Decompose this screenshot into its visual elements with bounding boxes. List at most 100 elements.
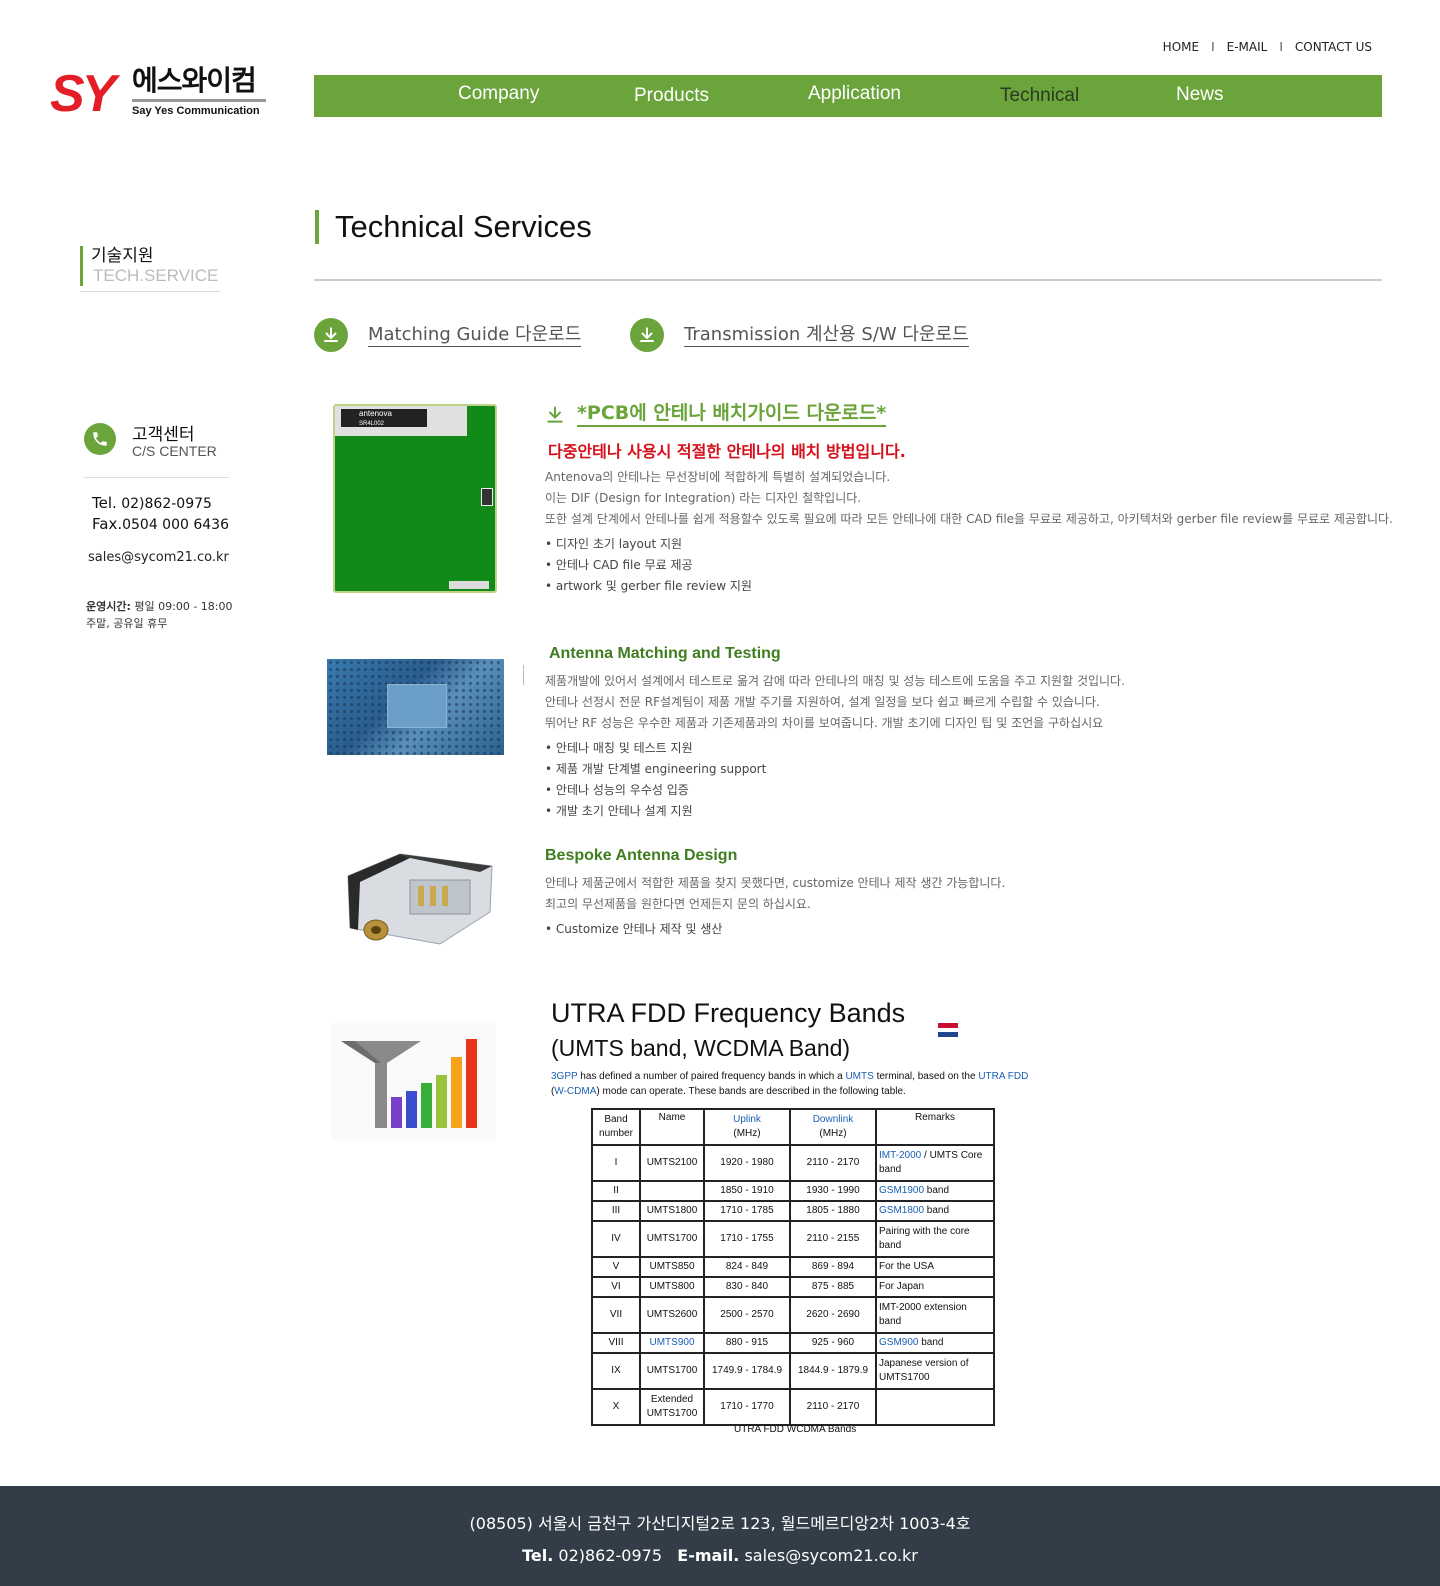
table-cell: 925 - 960 xyxy=(789,1332,877,1354)
chip-sub: SR4L002 xyxy=(359,421,385,427)
cs-center-en: C/S CENTER xyxy=(132,443,217,459)
utra-description: 3GPP has defined a number of paired freq… xyxy=(551,1069,1046,1099)
cell-text: 875 - 885 xyxy=(811,1281,855,1292)
table-row: X Extended UMTS1700 1710 - 1770 2110 - 2170 xyxy=(591,1388,995,1426)
remark-text: band xyxy=(918,1337,944,1348)
fax-value: 0504 000 6436 xyxy=(122,517,229,533)
remark-link[interactable]: GSM900 xyxy=(879,1337,918,1348)
logo-mark: SY xyxy=(50,65,116,123)
footer-tel-label: Tel. xyxy=(522,1546,554,1565)
fax-label: Fax. xyxy=(92,515,123,533)
list-item: 안테나 CAD file 무료 제공 xyxy=(545,555,752,576)
cell-text: UMTS2600 xyxy=(646,1309,698,1320)
cell-text: 1749.9 - 1784.9 xyxy=(711,1365,783,1376)
table-cell: IMT-2000 / UMTS Core band xyxy=(875,1144,995,1182)
chamber-back-wall xyxy=(387,684,447,728)
signal-antenna-image xyxy=(331,1023,496,1141)
anechoic-chamber-image xyxy=(327,659,504,755)
nav-products[interactable]: Products xyxy=(634,85,709,107)
table-cell: 1710 - 1770 xyxy=(703,1388,791,1426)
transmission-sw-link[interactable]: Transmission 계산용 S/W 다운로드 xyxy=(684,324,969,347)
matching-paragraph: 제품개발에 있어서 설계에서 테스트로 옮겨 감에 따라 안테나의 매칭 및 성… xyxy=(545,674,1125,688)
pcb-guide-download[interactable]: *PCB에 안테나 배치가이드 다운로드* xyxy=(545,402,887,427)
table-cell: 1805 - 1880 xyxy=(789,1200,877,1222)
link-umts[interactable]: UMTS xyxy=(845,1071,873,1082)
cell-text: 1710 - 1770 xyxy=(720,1401,774,1412)
table-cell: GSM900 band xyxy=(875,1332,995,1354)
remark-link[interactable]: GSM1800 xyxy=(879,1205,924,1216)
bands-table-body: I UMTS2100 1920 - 1980 2110 - 2170 IMT-2000 … xyxy=(591,1144,995,1426)
table-row: VI UMTS800 830 - 840 875 - 885 For Japan xyxy=(591,1276,995,1298)
table-cell: UMTS2100 xyxy=(639,1144,705,1182)
main-nav: Company Products Application Technical N… xyxy=(314,75,1382,117)
transmission-sw-download[interactable]: Transmission 계산용 S/W 다운로드 xyxy=(630,318,969,352)
matching-paragraph: 안테나 선정시 전문 RF설계팀이 제품 개발 주기를 지원하여, 설계 일정을… xyxy=(545,695,1100,709)
footer-email[interactable]: sales@sycom21.co.kr xyxy=(739,1546,917,1565)
table-row: VII UMTS2600 2500 - 2570 2620 - 2690 IMT-200… xyxy=(591,1296,995,1334)
cell-text: 880 - 915 xyxy=(725,1337,769,1348)
cell-text: 830 - 840 xyxy=(725,1281,769,1292)
remark-text: band xyxy=(924,1205,950,1216)
remark-text: Pairing with the core band xyxy=(879,1226,970,1251)
remark-link[interactable]: GSM1900 xyxy=(879,1185,924,1196)
sidebar-title: 기술지원 TECH.SERVICE xyxy=(80,246,218,286)
pcb-image: antenova SR4L002 xyxy=(333,404,497,593)
downlink-link[interactable]: Downlink xyxy=(813,1114,854,1125)
netherlands-flag-icon xyxy=(938,1023,958,1037)
logo-english: Say Yes Communication xyxy=(132,105,260,117)
cell-text: IX xyxy=(611,1365,621,1376)
cell-text: VIII xyxy=(608,1337,624,1348)
list-item: artwork 및 gerber file review 지원 xyxy=(545,576,752,597)
cell-text: 1850 - 1910 xyxy=(720,1185,774,1196)
table-cell: 1749.9 - 1784.9 xyxy=(703,1352,791,1390)
top-link-separator: I xyxy=(1279,40,1283,54)
nav-application[interactable]: Application xyxy=(808,83,901,105)
pcb-guide-link[interactable]: *PCB에 안테나 배치가이드 다운로드* xyxy=(577,402,887,427)
site-logo[interactable]: SY 에스와이컴 Say Yes Communication xyxy=(50,65,270,123)
nav-news[interactable]: News xyxy=(1176,84,1224,106)
footer-email-label: E-mail. xyxy=(677,1546,740,1565)
nav-technical[interactable]: Technical xyxy=(1000,85,1079,107)
top-link-email[interactable]: E-MAIL xyxy=(1227,40,1268,54)
link-3gpp[interactable]: 3GPP xyxy=(551,1071,578,1082)
table-cell: 1920 - 1980 xyxy=(703,1144,791,1182)
link-utra-fdd[interactable]: UTRA FDD xyxy=(978,1071,1028,1082)
cell-text: UMTS1800 xyxy=(646,1205,698,1216)
top-link-contact[interactable]: CONTACT US xyxy=(1295,40,1372,54)
link-wcdma[interactable]: W-CDMA xyxy=(554,1086,596,1097)
sidebar-title-ko: 기술지원 xyxy=(91,246,154,266)
footer-address: (08505) 서울시 금천구 가산디지털2로 123, 월드메르디앙2차 10… xyxy=(469,1514,971,1533)
cell-text: 869 - 894 xyxy=(811,1261,855,1272)
matching-title: Antenna Matching and Testing xyxy=(549,645,781,662)
remark-link[interactable]: IMT-2000 xyxy=(879,1150,921,1161)
table-caption: UTRA FDD WCDMA Bands xyxy=(734,1424,857,1435)
cell-text: 2110 - 2170 xyxy=(806,1157,860,1168)
matching-description: 제품개발에 있어서 설계에서 테스트로 옮겨 감에 따라 안테나의 매칭 및 성… xyxy=(545,671,1125,734)
download-icon xyxy=(630,318,664,352)
table-cell: IX xyxy=(591,1352,641,1390)
table-header: Name xyxy=(639,1108,705,1146)
matching-guide-link[interactable]: Matching Guide 다운로드 xyxy=(368,324,582,347)
table-cell: III xyxy=(591,1200,641,1222)
pcb-label-area: antenova SR4L002 xyxy=(335,406,467,436)
nav-company[interactable]: Company xyxy=(458,83,539,105)
top-links: HOME I E-MAIL I CONTACT US xyxy=(1163,40,1372,54)
table-cell: 1930 - 1990 xyxy=(789,1180,877,1202)
sidebar-email[interactable]: sales@sycom21.co.kr xyxy=(88,550,229,565)
footer-contact: Tel. 02)862-0975 E-mail. sales@sycom21.c… xyxy=(0,1546,1440,1565)
table-row: III UMTS1800 1710 - 1785 1805 - 1880 GSM1800… xyxy=(591,1200,995,1222)
cell-text: X xyxy=(612,1401,620,1412)
table-cell: VII xyxy=(591,1296,641,1334)
pcb-bullets: 디자인 초기 layout 지원 안테나 CAD file 무료 제공 artw… xyxy=(545,534,752,597)
table-cell: VIII xyxy=(591,1332,641,1354)
cs-divider xyxy=(84,477,229,478)
matching-guide-download[interactable]: Matching Guide 다운로드 xyxy=(314,318,582,352)
bespoke-bullets: Customize 안테나 제작 및 생산 xyxy=(545,919,723,940)
download-icon xyxy=(314,318,348,352)
table-cell: Extended UMTS1700 xyxy=(639,1388,705,1426)
cell-text[interactable]: UMTS900 xyxy=(649,1337,694,1348)
top-link-home[interactable]: HOME xyxy=(1163,40,1199,54)
matching-bullets: 안테나 매칭 및 테스트 지원 제품 개발 단계별 engineering su… xyxy=(545,738,766,822)
cs-center-ko: 고객센터 xyxy=(132,425,195,445)
uplink-link[interactable]: Uplink xyxy=(733,1114,761,1125)
